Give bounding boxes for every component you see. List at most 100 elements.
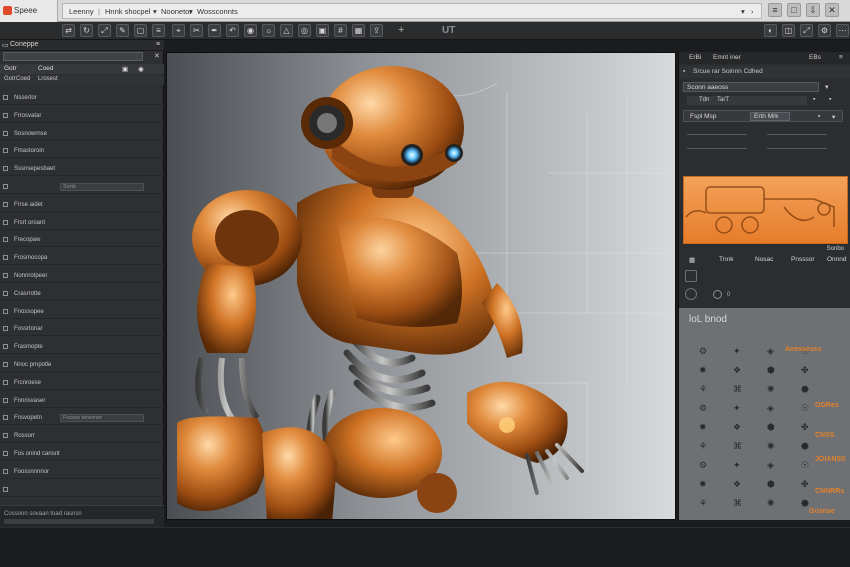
- dropdown-arrow-icon[interactable]: ▾: [189, 7, 193, 16]
- column-1[interactable]: Gotr: [4, 65, 17, 72]
- asset-thumbnail-icon[interactable]: ✤: [801, 422, 813, 432]
- slider-track[interactable]: [687, 134, 747, 135]
- camera-tool-icon[interactable]: ◉: [244, 24, 257, 37]
- tab-1[interactable]: Leenny: [69, 7, 94, 16]
- asset-thumbnail-icon[interactable]: ✤: [801, 365, 813, 375]
- asset-thumbnail-icon[interactable]: ❖: [733, 422, 745, 432]
- move-tool-icon[interactable]: ⇄: [62, 24, 75, 37]
- scene-list-item[interactable]: Fnnrisvaser: [0, 395, 164, 408]
- light-tool-icon[interactable]: ☼: [262, 24, 275, 37]
- frame-tool-icon[interactable]: ▦: [352, 24, 365, 37]
- tab-3[interactable]: Noonetor: [161, 7, 192, 16]
- slider-track[interactable]: [687, 148, 747, 149]
- material-button[interactable]: Ertn Mrk: [750, 112, 790, 121]
- scene-list-item[interactable]: [0, 484, 164, 497]
- export-tool-icon[interactable]: ⇪: [370, 24, 383, 37]
- asset-thumbnail-icon[interactable]: ◈: [767, 460, 779, 470]
- scene-list-item[interactable]: Nssertor: [0, 92, 164, 105]
- scene-list-item[interactable]: Frcnroese: [0, 377, 164, 390]
- more-icon[interactable]: ⋯: [836, 24, 849, 37]
- swap-icon[interactable]: ▪: [818, 113, 820, 120]
- split-view-icon[interactable]: ◫: [782, 24, 795, 37]
- scene-tab[interactable]: Coneppe: [10, 41, 38, 48]
- render-tool-icon[interactable]: ▣: [316, 24, 329, 37]
- header-tab-3[interactable]: EBs: [809, 54, 821, 61]
- scene-list-item[interactable]: Frrosvatar: [0, 110, 164, 123]
- scene-list-item[interactable]: Frrse aidet: [0, 199, 164, 212]
- mesh-tool-icon[interactable]: △: [280, 24, 293, 37]
- dropdown-arrow-icon[interactable]: ▾: [153, 7, 157, 16]
- scene-list-item[interactable]: Sosnowrnse: [0, 128, 164, 141]
- layers-tool-icon[interactable]: ≡: [152, 24, 165, 37]
- scale-tool-icon[interactable]: ⤢: [98, 24, 111, 37]
- close-window-icon[interactable]: ✕: [825, 3, 839, 17]
- asset-thumbnail-icon[interactable]: ✸: [699, 479, 711, 489]
- undo-tool-icon[interactable]: ↶: [226, 24, 239, 37]
- header-tab-1[interactable]: ErBi: [689, 54, 701, 61]
- asset-thumbnail-icon[interactable]: ⬣: [801, 498, 813, 508]
- eye-icon[interactable]: ◉: [138, 65, 144, 73]
- radio-icon[interactable]: [713, 290, 722, 299]
- asset-thumbnail-icon[interactable]: ⬣: [801, 384, 813, 394]
- asset-thumbnail-icon[interactable]: ⬢: [767, 365, 779, 375]
- asset-thumbnail-icon[interactable]: ❖: [733, 479, 745, 489]
- dropdown-arrow-icon[interactable]: ▾: [741, 7, 745, 16]
- scene-list-item[interactable]: Nnoc prnpotle: [0, 359, 164, 372]
- 3d-viewport[interactable]: [166, 52, 676, 520]
- scene-list-item[interactable]: Fnossopee: [0, 306, 164, 319]
- select-tool-icon[interactable]: ▢: [134, 24, 147, 37]
- scene-list-item[interactable]: Fos onind cansnt: [0, 448, 164, 461]
- scene-list-item[interactable]: Frosmocopa: [0, 252, 164, 266]
- snap-tool-icon[interactable]: ⌖: [172, 24, 185, 37]
- add-icon[interactable]: +: [398, 24, 404, 36]
- slider-track[interactable]: [767, 134, 827, 135]
- scene-list-item[interactable]: Fnsvopetn Frosoo tereoner: [0, 412, 164, 426]
- slider-track[interactable]: [767, 148, 827, 149]
- scene-list-item[interactable]: Crasrrotte: [0, 288, 164, 301]
- download-icon[interactable]: ⇩: [806, 3, 820, 17]
- fullscreen-icon[interactable]: ⤢: [800, 24, 813, 37]
- eye-tool-icon[interactable]: ◎: [298, 24, 311, 37]
- scene-item-field[interactable]: Frosoo tereoner: [60, 414, 144, 423]
- scene-list-item[interactable]: Rossorr: [0, 430, 164, 444]
- brush-tool-icon[interactable]: ✎: [116, 24, 129, 37]
- asset-thumbnail-icon[interactable]: ⚘: [699, 384, 711, 394]
- scene-list-item[interactable]: Frsrt oroant: [0, 217, 164, 230]
- scene-item-field[interactable]: Sonb: [60, 183, 144, 191]
- asset-thumbnail-icon[interactable]: ✺: [767, 441, 779, 451]
- dropdown-arrow-icon[interactable]: ▾: [832, 113, 835, 121]
- asset-thumbnail-icon[interactable]: ⌘: [733, 498, 745, 508]
- asset-thumbnail-icon[interactable]: ☉: [801, 403, 813, 413]
- asset-thumbnail-icon[interactable]: ✺: [767, 498, 779, 508]
- asset-thumbnail-icon[interactable]: ⚙: [699, 403, 711, 413]
- footer-scrollbar[interactable]: [4, 519, 154, 524]
- menu-icon[interactable]: ≡: [768, 3, 782, 17]
- asset-thumbnail-icon[interactable]: ◈: [767, 403, 779, 413]
- scene-list-item[interactable]: Foossnnnnor: [0, 466, 164, 479]
- asset-thumbnail-icon[interactable]: ⬢: [767, 479, 779, 489]
- asset-thumbnail-icon[interactable]: ✦: [733, 346, 745, 356]
- sphere-icon[interactable]: [685, 288, 697, 300]
- close-icon[interactable]: ✕: [154, 52, 160, 60]
- restore-icon[interactable]: □: [787, 3, 801, 17]
- asset-thumbnail-icon[interactable]: ⚘: [699, 498, 711, 508]
- section-header[interactable]: Sconn aaeoss: [683, 82, 819, 92]
- asset-thumbnail-icon[interactable]: ⌘: [733, 384, 745, 394]
- scene-list-item[interactable]: Frecopaw: [0, 234, 164, 248]
- scene-list-item[interactable]: Frasmopte: [0, 341, 164, 355]
- asset-thumbnail-icon[interactable]: ✤: [801, 479, 813, 489]
- tab-2[interactable]: Hnnk shocpel: [105, 7, 150, 16]
- grid-tool-icon[interactable]: #: [334, 24, 347, 37]
- view-toggle-icon[interactable]: ◐: [764, 24, 777, 37]
- scroll-right-icon[interactable]: ›: [751, 7, 754, 16]
- gizmo-icon[interactable]: [685, 270, 697, 282]
- asset-thumbnail-icon[interactable]: ✸: [699, 422, 711, 432]
- asset-thumbnail-icon[interactable]: ⬣: [801, 441, 813, 451]
- scene-list-item[interactable]: Fossrtonar: [0, 323, 164, 337]
- scene-search-input[interactable]: [3, 52, 143, 61]
- app-tab[interactable]: Speee: [0, 0, 58, 22]
- header-tab-2[interactable]: Emnt iner: [713, 54, 741, 61]
- settings-icon[interactable]: ⚙: [818, 24, 831, 37]
- panel-menu-icon[interactable]: ≡: [839, 54, 843, 61]
- close-icon[interactable]: [3, 6, 12, 15]
